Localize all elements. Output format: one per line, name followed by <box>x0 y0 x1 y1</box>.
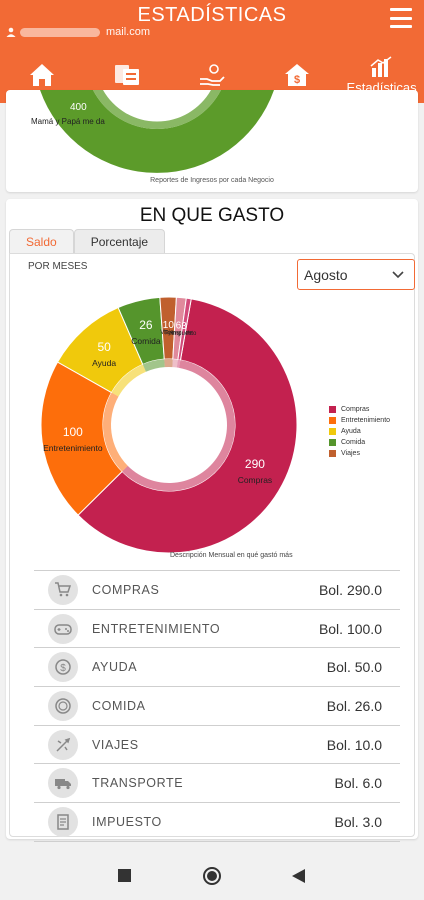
donut-category-label: Comida <box>131 336 161 346</box>
receipt-icon <box>48 806 78 837</box>
home-circle-icon[interactable] <box>202 866 222 886</box>
money-icon <box>115 65 140 85</box>
expenses-card: EN QUE GASTO Saldo Porcentaje POR MESES … <box>6 199 418 842</box>
expense-name: AYUDA <box>92 660 138 675</box>
donut-category-label: Impuesto <box>172 331 197 337</box>
expense-amount: Bol. 6.0 <box>334 775 382 792</box>
expense-row-transporte[interactable]: TRANSPORTE Bol. 6.0 <box>34 764 400 804</box>
expense-amount: Bol. 10.0 <box>326 736 382 753</box>
expense-name: COMIDA <box>92 698 146 713</box>
expense-amount: Bol. 290.0 <box>318 581 382 598</box>
expense-row-viajes[interactable]: VIAJES Bol. 10.0 <box>34 726 400 765</box>
expense-row-entretenimiento[interactable]: ENTRETENIMIENTO Bol. 100.0 <box>34 610 400 649</box>
donut-category-label: Entretenimiento <box>43 443 103 453</box>
coin-icon: $ <box>48 652 78 683</box>
section-title: EN QUE GASTO <box>139 205 285 226</box>
recents-icon[interactable] <box>118 869 131 882</box>
svg-text:$: $ <box>294 74 300 86</box>
tab-saldo[interactable]: Saldo <box>9 229 74 253</box>
hamburger-menu-button[interactable] <box>390 8 412 28</box>
chart-legend: Compras Entretenimiento Ayuda Comida Viajes <box>329 404 390 459</box>
legend-item[interactable]: Viajes <box>329 448 390 459</box>
donut-category-label: Ayuda <box>92 358 116 368</box>
user-email: mail.com <box>6 26 150 38</box>
expense-name: IMPUESTO <box>92 814 162 829</box>
legend-label: Compras <box>341 406 370 413</box>
user-icon <box>6 27 16 37</box>
donut-value-label: 100 <box>63 425 83 439</box>
bar-chart-icon <box>370 55 392 77</box>
legend-item[interactable]: Entretenimiento <box>329 415 390 426</box>
back-icon[interactable] <box>292 869 305 883</box>
system-navigation-bar <box>0 852 424 900</box>
donut-inner-ring-viajes <box>164 359 173 368</box>
expense-amount: Bol. 26.0 <box>326 697 382 714</box>
home-icon <box>30 64 55 86</box>
legend-item[interactable]: Compras <box>329 404 390 415</box>
income-value-label: 400 <box>70 102 87 113</box>
expense-list: COMPRAS Bol. 290.0 ENTRETENIMIENTO Bol. 100… <box>34 570 400 842</box>
legend-swatch <box>329 428 336 435</box>
expense-name: COMPRAS <box>92 582 160 597</box>
expense-name: ENTRETENIMIENTO <box>92 621 221 636</box>
svg-text:$: $ <box>60 663 66 674</box>
truck-icon <box>48 768 78 799</box>
legend-swatch <box>329 406 336 413</box>
chart-caption: Descripción Mensual en qué gastó más <box>170 552 293 559</box>
legend-swatch <box>329 450 336 457</box>
email-redacted <box>20 27 100 37</box>
legend-swatch <box>329 439 336 446</box>
app-header: ESTADÍSTICAS mail.com $ Estadísticas <box>0 0 424 103</box>
expense-name: VIAJES <box>92 737 139 752</box>
legend-label: Comida <box>341 439 366 446</box>
legend-label: Entretenimiento <box>341 417 391 424</box>
income-slice-label: Mamá y Papá me da <box>31 117 105 126</box>
expense-amount: Bol. 100.0 <box>318 620 382 637</box>
food-icon <box>48 690 78 721</box>
tab-content: POR MESES Agosto 290 Compras 100 Entretenim… <box>9 253 415 842</box>
legend-item[interactable]: Comida <box>329 437 390 448</box>
income-chart-card: 400 Mamá y Papá me da Reportes de Ingres… <box>6 90 418 192</box>
donut-value-label: 26 <box>139 318 153 332</box>
house-dollar-icon: $ <box>284 64 309 86</box>
expense-row-compras[interactable]: COMPRAS Bol. 290.0 <box>34 571 400 610</box>
hand-money-icon <box>199 64 225 86</box>
expense-amount: Bol. 50.0 <box>326 659 382 676</box>
page-title: ESTADÍSTICAS <box>137 4 287 26</box>
tab-porcentaje[interactable]: Porcentaje <box>73 229 166 253</box>
donut-value-label: 50 <box>97 340 111 354</box>
donut-value-label: 290 <box>245 457 265 471</box>
plane-icon <box>48 729 78 760</box>
legend-label: Viajes <box>341 450 360 457</box>
tab-bar: Saldo Porcentaje <box>9 229 166 253</box>
gamepad-icon <box>48 613 78 644</box>
legend-item[interactable]: Ayuda <box>329 426 390 437</box>
expense-amount: Bol. 3.0 <box>334 813 382 830</box>
donut-category-label: Compras <box>238 475 272 485</box>
cart-icon <box>48 574 78 605</box>
legend-label: Ayuda <box>341 428 361 435</box>
expense-row-impuesto[interactable]: IMPUESTO Bol. 3.0 <box>34 803 400 842</box>
expense-name: TRANSPORTE <box>92 776 184 791</box>
legend-swatch <box>329 417 336 424</box>
expense-row-ayuda[interactable]: $ AYUDA Bol. 50.0 <box>34 648 400 688</box>
income-chart-caption: Reportes de Ingresos por cada Negocio <box>150 177 274 184</box>
expense-row-comida[interactable]: COMIDA Bol. 26.0 <box>34 687 400 726</box>
